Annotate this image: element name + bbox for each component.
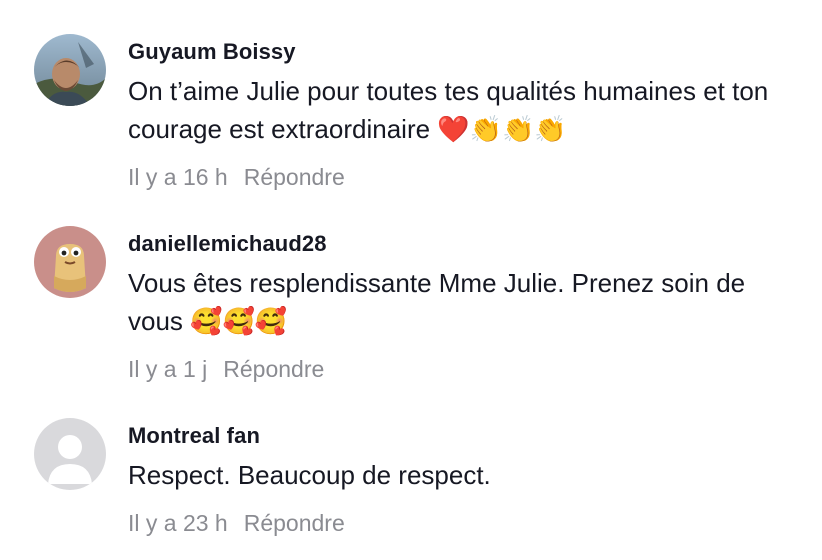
comment-meta: Il y a 1 j Répondre	[128, 354, 802, 384]
comment-username[interactable]: daniellemichaud28	[128, 230, 802, 258]
reply-button[interactable]: Répondre	[244, 162, 345, 192]
reply-button[interactable]: Répondre	[223, 354, 324, 384]
comment-text: Respect. Beaucoup de respect.	[128, 460, 491, 490]
comment-username[interactable]: Montreal fan	[128, 422, 802, 450]
default-user-icon	[34, 418, 106, 490]
comment-meta: Il y a 23 h Répondre	[128, 508, 802, 538]
comment-text: Vous êtes resplendissante Mme Julie. Pre…	[128, 268, 746, 336]
reply-button[interactable]: Répondre	[244, 508, 345, 538]
comment-timestamp: Il y a 16 h	[128, 164, 228, 190]
comment-meta: Il y a 16 h Répondre	[128, 162, 802, 192]
comment-text: On t’aime Julie pour toutes tes qualités…	[128, 76, 769, 144]
profile-photo-icon	[34, 34, 106, 106]
avatar[interactable]	[34, 226, 106, 298]
cartoon-avatar-icon	[34, 226, 106, 298]
comment-timestamp: Il y a 1 j	[128, 356, 208, 382]
avatar[interactable]	[34, 418, 106, 490]
avatar[interactable]	[34, 34, 106, 106]
comment-username[interactable]: Guyaum Boissy	[128, 38, 802, 66]
comment-timestamp: Il y a 23 h	[128, 510, 228, 536]
